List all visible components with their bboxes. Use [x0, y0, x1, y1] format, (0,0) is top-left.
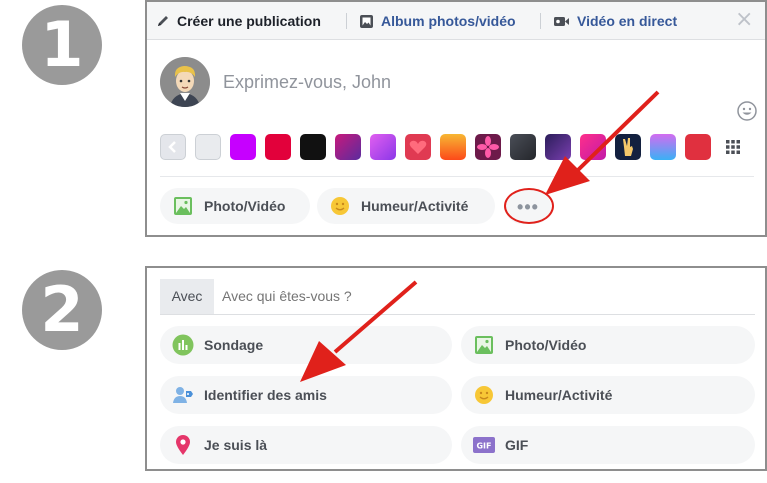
album-icon: [359, 14, 374, 29]
divider: [160, 176, 754, 177]
chevron-left-icon[interactable]: [160, 134, 186, 160]
tag-friends-button[interactable]: Identifier des amis: [160, 376, 452, 414]
color-swatch[interactable]: [440, 134, 466, 160]
tag-friends-label: Identifier des amis: [204, 387, 327, 403]
heart-swatch[interactable]: [405, 134, 431, 160]
step-1-badge: 1: [22, 5, 102, 85]
post-options-panel: Avec Sondage Photo/Vidéo Identifier des …: [145, 266, 767, 471]
photo-icon: [473, 334, 495, 356]
color-swatch[interactable]: [300, 134, 326, 160]
tab-live-video-label: Vidéo en direct: [577, 13, 678, 29]
poll-icon: [172, 334, 194, 356]
color-swatch[interactable]: [230, 134, 256, 160]
highlight-circle: [504, 188, 554, 224]
photo-video-button[interactable]: Photo/Vidéo: [461, 326, 755, 364]
tab-create-post[interactable]: Créer une publication: [156, 11, 321, 31]
color-swatch[interactable]: [685, 134, 711, 160]
composer-input[interactable]: Exprimez-vous, John: [223, 72, 391, 93]
color-swatch[interactable]: [265, 134, 291, 160]
tag-friends-icon: [172, 384, 194, 406]
color-swatch[interactable]: [370, 134, 396, 160]
with-label: Avec: [160, 279, 214, 314]
photo-video-label: Photo/Vidéo: [505, 337, 587, 353]
gif-label: GIF: [505, 437, 529, 453]
gif-icon: GIF: [473, 434, 495, 456]
flower-swatch[interactable]: [475, 134, 501, 160]
color-swatch[interactable]: [195, 134, 221, 160]
color-swatch[interactable]: [335, 134, 361, 160]
photo-video-label: Photo/Vidéo: [204, 198, 286, 214]
tag-with-field: Avec: [160, 279, 755, 315]
tab-divider: [346, 13, 347, 29]
create-post-panel: Créer une publication Album photos/vidéo…: [145, 0, 767, 237]
emoji-icon: [329, 195, 351, 217]
color-swatch[interactable]: [510, 134, 536, 160]
close-icon[interactable]: ×: [735, 8, 753, 32]
photo-icon: [172, 195, 194, 217]
tab-divider: [540, 13, 541, 29]
tab-photo-album[interactable]: Album photos/vidéo: [359, 11, 516, 31]
mood-activity-label: Humeur/Activité: [505, 387, 613, 403]
color-swatch[interactable]: [650, 134, 676, 160]
check-in-label: Je suis là: [204, 437, 268, 453]
step-2-badge: 2: [22, 270, 102, 350]
tab-photo-album-label: Album photos/vidéo: [381, 13, 516, 29]
mood-activity-label: Humeur/Activité: [361, 198, 469, 214]
gif-button[interactable]: GIF GIF: [461, 426, 755, 464]
emoji-picker-icon[interactable]: [737, 101, 757, 126]
mood-activity-button[interactable]: Humeur/Activité: [317, 188, 495, 224]
photo-video-button[interactable]: Photo/Vidéo: [160, 188, 310, 224]
location-pin-icon: [172, 434, 194, 456]
tab-create-post-label: Créer une publication: [177, 13, 321, 29]
composer-tabs: Créer une publication Album photos/vidéo…: [147, 2, 765, 40]
grid-icon[interactable]: [720, 134, 746, 160]
peace-hand-swatch[interactable]: [615, 134, 641, 160]
mood-activity-button[interactable]: Humeur/Activité: [461, 376, 755, 414]
with-input[interactable]: [222, 279, 622, 314]
video-camera-icon: [553, 15, 570, 28]
color-swatch[interactable]: [580, 134, 606, 160]
svg-text:GIF: GIF: [476, 442, 491, 451]
emoji-icon: [473, 384, 495, 406]
pencil-icon: [156, 14, 170, 28]
poll-label: Sondage: [204, 337, 264, 353]
check-in-button[interactable]: Je suis là: [160, 426, 452, 464]
tab-live-video[interactable]: Vidéo en direct: [553, 11, 677, 31]
avatar: [160, 57, 210, 107]
color-swatch[interactable]: [545, 134, 571, 160]
poll-button[interactable]: Sondage: [160, 326, 452, 364]
